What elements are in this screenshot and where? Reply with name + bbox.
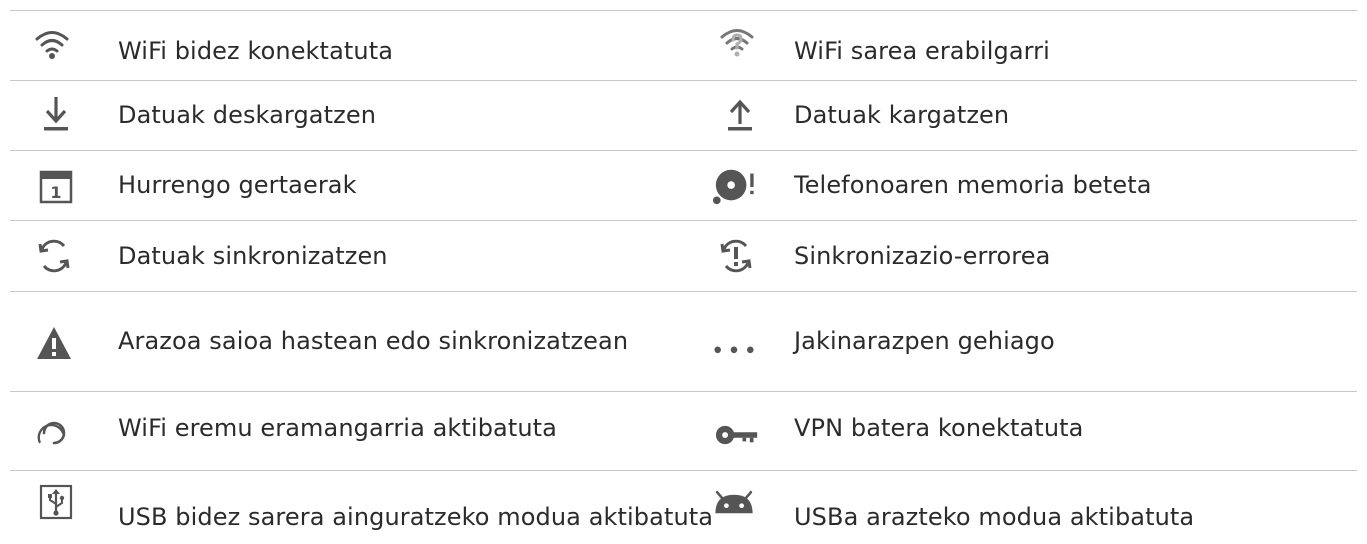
wifi-available-icon [715,24,759,64]
row-label: Arazoa saioa hastean edo sinkronizatzean [118,327,629,355]
row-label: Datuak sinkronizatzen [118,242,388,270]
upload-icon [718,94,762,134]
calendar-day: 1 [50,183,61,202]
sync-error-icon [714,236,758,276]
table-row: USB bidez sarera ainguratzeko modua akti… [0,470,1367,544]
table-row: Datuak sinkronizatzen Sinkronizazio-erro… [0,220,1367,291]
usb-tethering-icon [34,482,78,522]
row-label: Datuak deskargatzen [118,101,377,129]
warning-icon [32,323,76,363]
more-notifications-icon [712,329,756,369]
row-label: VPN batera konektatuta [794,414,1084,442]
calendar-icon: 1 [34,167,78,207]
row-label: WiFi eremu eramangarria aktibatuta [118,414,557,442]
row-label: Hurrengo gertaerak [118,171,357,199]
row-label: USBa arazteko modua aktibatuta [794,503,1195,531]
row-label: Sinkronizazio-errorea [794,242,1051,270]
storage-full-icon [712,166,756,206]
row-label: WiFi sarea erabilgarri [794,37,1050,65]
row-label: WiFi bidez konektatuta [118,37,394,65]
table-row: Arazoa saioa hastean edo sinkronizatzean… [0,291,1367,391]
wifi-connected-icon [30,24,74,64]
hotspot-icon [32,411,76,451]
vpn-key-icon [715,415,759,455]
table-row: Datuak deskargatzen Datuak kargatzen [0,80,1367,150]
table-row: WiFi bidez konektatuta WiFi sarea erabil… [0,10,1367,80]
sync-icon [32,236,76,276]
row-label: Jakinarazpen gehiago [794,327,1055,355]
row-label: USB bidez sarera ainguratzeko modua akti… [118,503,714,531]
android-debug-icon [712,484,756,524]
download-icon [34,94,78,134]
table-row: WiFi eremu eramangarria aktibatuta VPN b… [0,391,1367,470]
table-row: 1 Hurrengo gertaerak Telefonoaren memori… [0,150,1367,220]
row-label: Telefonoaren memoria beteta [794,171,1152,199]
row-label: Datuak kargatzen [794,101,1010,129]
